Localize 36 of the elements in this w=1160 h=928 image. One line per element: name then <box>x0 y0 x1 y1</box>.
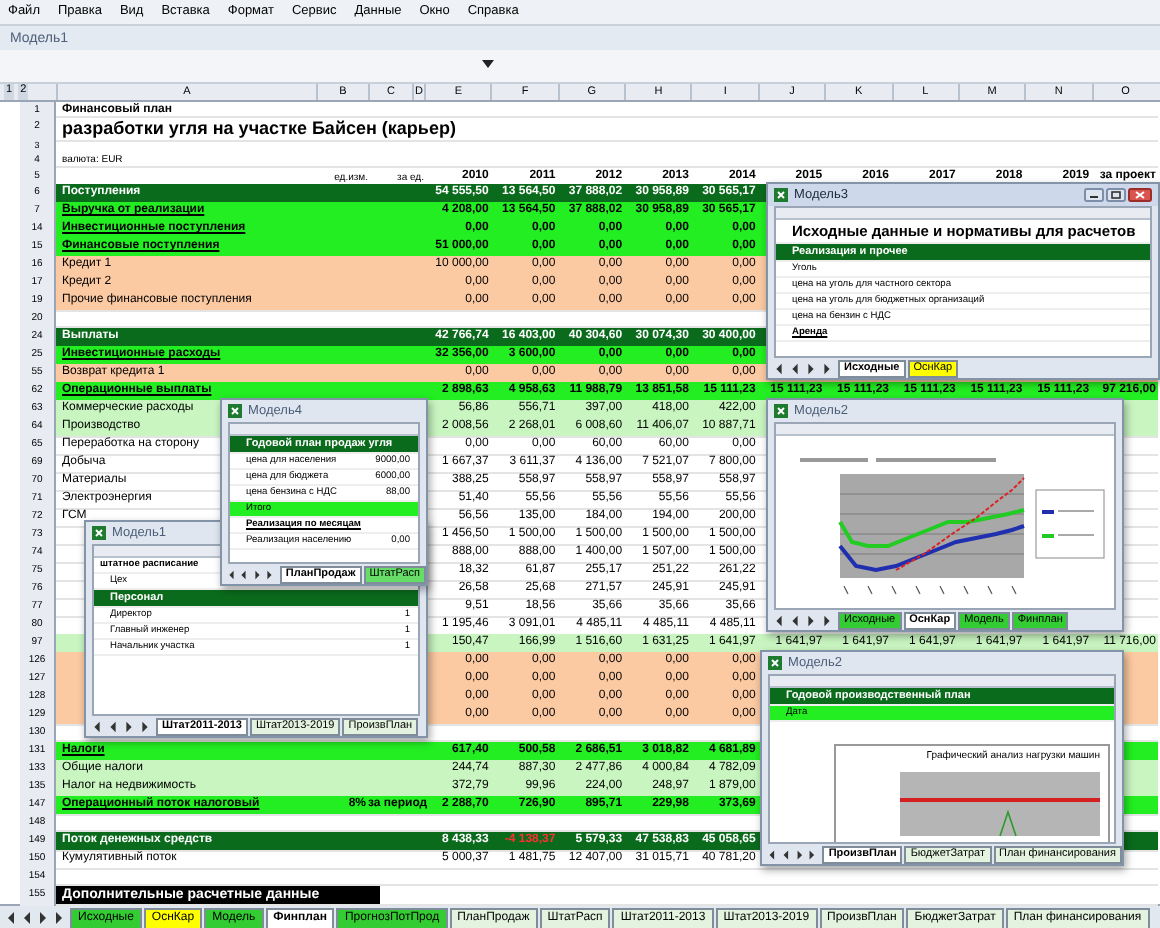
first-sheet-icon[interactable] <box>774 613 784 627</box>
minimize-icon[interactable] <box>1084 188 1104 202</box>
first-sheet-icon[interactable] <box>774 361 784 375</box>
prev-sheet-icon[interactable] <box>240 567 248 581</box>
last-sheet-icon[interactable] <box>54 910 64 926</box>
first-sheet-icon[interactable] <box>92 719 102 733</box>
spreadsheet-icon <box>228 404 242 418</box>
dropdown-arrow-icon[interactable] <box>482 60 494 68</box>
spreadsheet-icon <box>774 188 788 202</box>
next-sheet-icon[interactable] <box>124 719 134 733</box>
last-sheet-icon[interactable] <box>266 567 274 581</box>
prev-sheet-icon[interactable] <box>108 719 118 733</box>
chart-legend <box>1035 489 1105 559</box>
next-sheet-icon[interactable] <box>38 910 48 926</box>
prev-sheet-icon[interactable] <box>781 847 790 861</box>
sheet-subtitle: разработки угля на участке Байсен (карьер) <box>60 118 456 140</box>
first-sheet-icon[interactable] <box>228 567 235 581</box>
next-sheet-icon[interactable] <box>806 361 816 375</box>
first-sheet-icon[interactable] <box>768 847 776 861</box>
prev-sheet-icon[interactable] <box>790 613 800 627</box>
spreadsheet-icon <box>768 656 782 670</box>
last-sheet-icon[interactable] <box>140 719 150 733</box>
spreadsheet-icon <box>774 404 788 418</box>
maximize-icon[interactable] <box>1106 188 1126 202</box>
last-sheet-icon[interactable] <box>822 361 832 375</box>
last-sheet-icon[interactable] <box>822 613 832 627</box>
prev-sheet-icon[interactable] <box>790 361 800 375</box>
close-icon[interactable] <box>1128 188 1152 202</box>
last-sheet-icon[interactable] <box>808 847 817 861</box>
first-sheet-icon[interactable] <box>6 910 16 926</box>
next-sheet-icon[interactable] <box>806 613 816 627</box>
next-sheet-icon[interactable] <box>795 847 803 861</box>
spreadsheet-icon <box>92 526 106 540</box>
next-sheet-icon[interactable] <box>253 567 261 581</box>
prev-sheet-icon[interactable] <box>22 910 32 926</box>
chart-line <box>999 809 1017 836</box>
